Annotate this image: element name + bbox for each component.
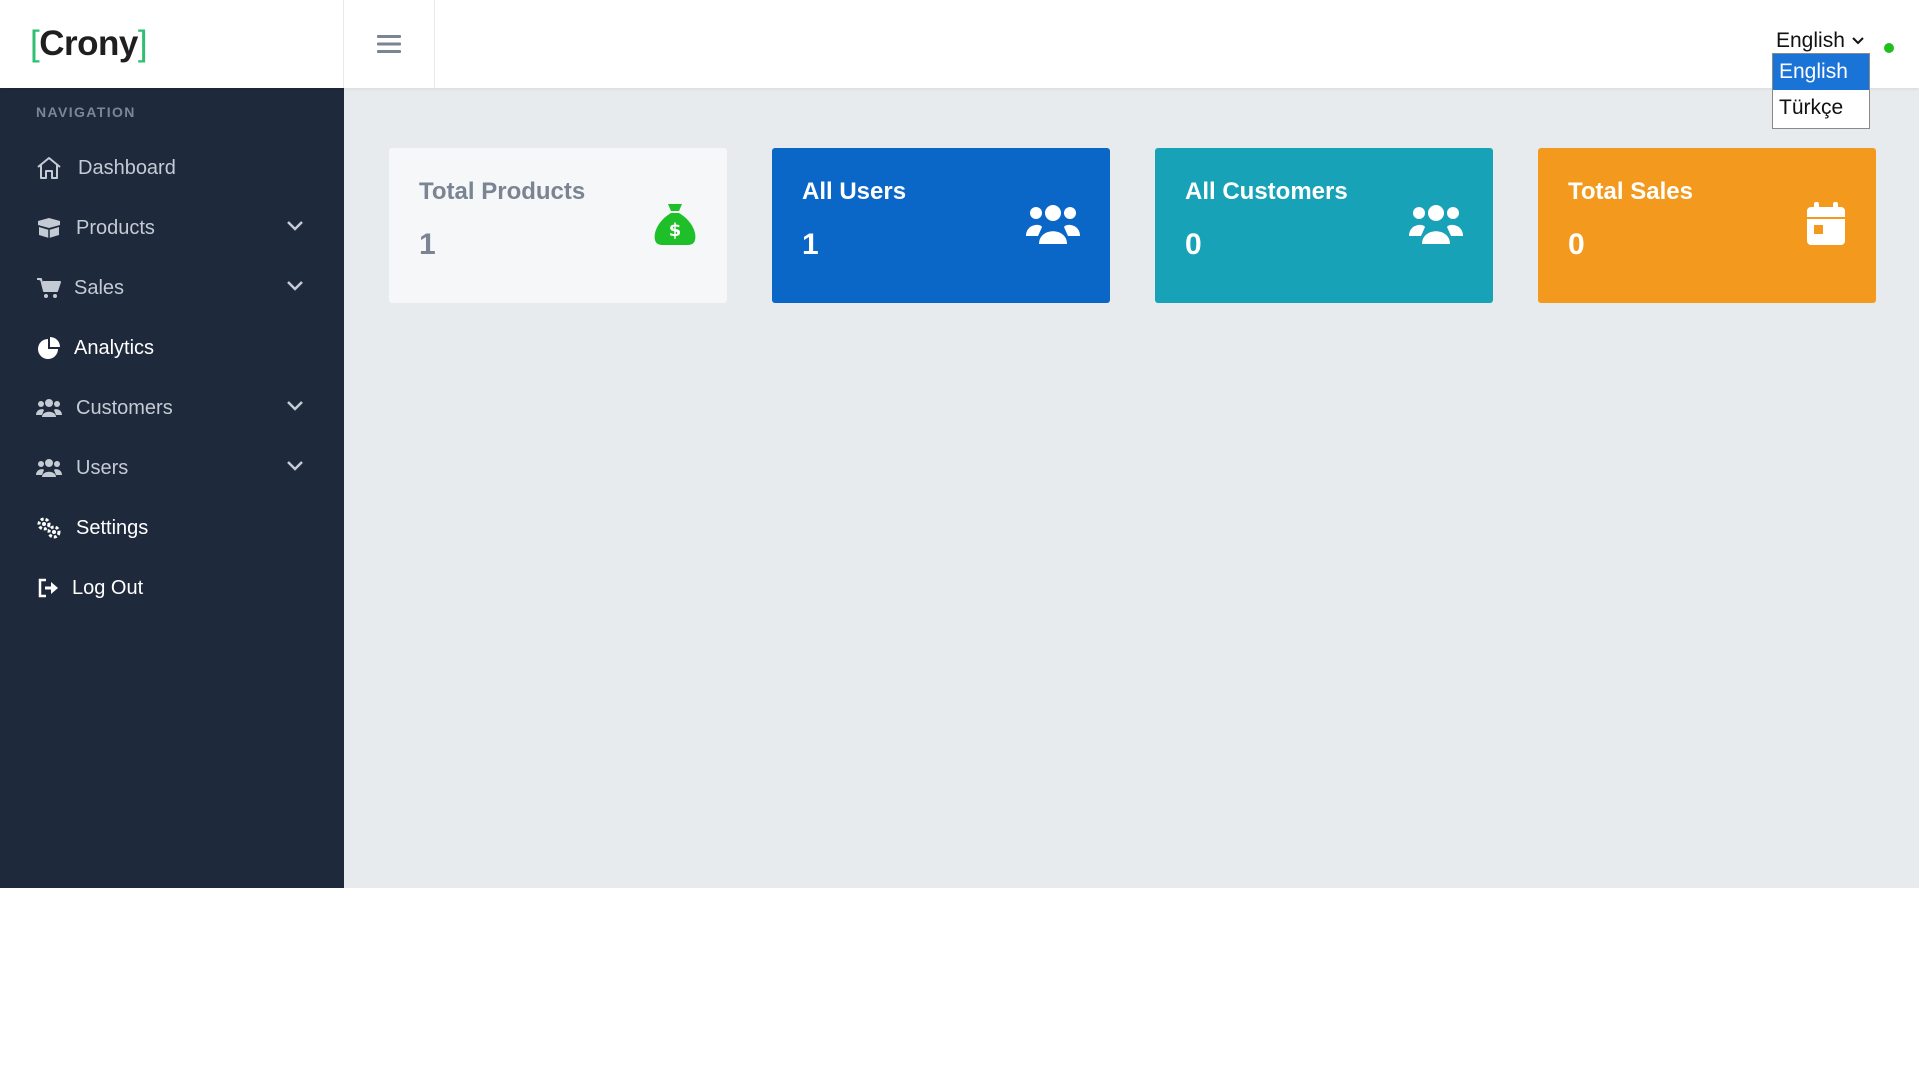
users-icon [36,456,62,480]
chevron-down-icon [287,461,303,471]
chevron-down-icon [287,281,303,291]
sidebar-item-label: Products [76,216,155,239]
sidebar-item-label: Dashboard [78,156,176,179]
sidebar-item-label: Customers [76,396,173,419]
stat-card-value: 1 [419,228,436,261]
sidebar-item-label: Analytics [74,336,155,359]
users-icon [36,396,62,420]
sidebar-item-customers[interactable]: Customers [0,383,344,433]
language-option-english[interactable]: English [1773,54,1869,90]
calendar-icon [1807,202,1845,245]
logo-bracket-right: ] [137,24,148,63]
stat-card-title: Total Sales [1568,178,1693,205]
stat-card-title: All Customers [1185,178,1348,205]
stat-card-all-users[interactable]: All Users 1 [772,148,1110,303]
svg-text:$: $ [669,220,682,241]
stat-card-title: Total Products [419,178,586,205]
sidebar-item-dashboard[interactable]: Dashboard [0,143,344,193]
sidebar: NAVIGATION Dashboard Products Sales Anal… [0,88,344,888]
language-dropdown: English Türkçe [1772,53,1870,129]
stat-card-title: All Users [802,178,907,205]
pie-chart-icon [36,336,62,360]
users-icon [1026,205,1080,244]
logo-bracket-left: [ [30,24,40,63]
users-icon [1409,205,1463,244]
stat-card-total-products[interactable]: Total Products 1 $ [389,148,727,303]
sidebar-item-label: Log Out [72,576,144,599]
language-select-value: English [1776,29,1845,52]
boxes-icon [36,216,62,240]
sidebar-item-users[interactable]: Users [0,443,344,493]
sidebar-toggle-button[interactable] [344,0,435,88]
sidebar-item-logout[interactable]: Log Out [0,563,344,613]
online-status-dot [1884,43,1894,53]
chevron-down-icon [1852,37,1864,45]
sidebar-item-sales[interactable]: Sales [0,263,344,313]
gears-icon [36,516,62,540]
stat-card-total-sales[interactable]: Total Sales 0 [1538,148,1876,303]
language-select[interactable]: English [1776,28,1865,54]
logo-text: Crony [39,24,138,63]
hamburger-icon [377,35,401,53]
app-logo[interactable]: [Crony] [30,24,148,64]
chevron-down-icon [287,221,303,231]
money-bag-icon: $ [654,204,696,245]
sidebar-item-settings[interactable]: Settings [0,503,344,553]
nav-section-title: NAVIGATION [36,104,136,120]
cart-icon [36,276,62,300]
main-content: Total Products 1 $ All Users 1 All Custo… [344,88,1919,888]
stat-card-all-customers[interactable]: All Customers 0 [1155,148,1493,303]
language-option-turkce[interactable]: Türkçe [1773,90,1869,126]
logout-icon [36,576,62,600]
sidebar-item-analytics[interactable]: Analytics [0,323,344,373]
stat-card-value: 0 [1185,228,1202,261]
sidebar-item-label: Settings [76,516,149,539]
sidebar-item-products[interactable]: Products [0,203,344,253]
sidebar-item-label: Users [76,456,129,479]
stat-card-value: 1 [802,228,819,261]
brand-area: [Crony] [0,0,344,88]
home-icon [36,156,62,180]
sidebar-item-label: Sales [74,276,125,299]
chevron-down-icon [287,401,303,411]
stat-card-value: 0 [1568,228,1585,261]
top-header: [Crony] English [0,0,1919,88]
